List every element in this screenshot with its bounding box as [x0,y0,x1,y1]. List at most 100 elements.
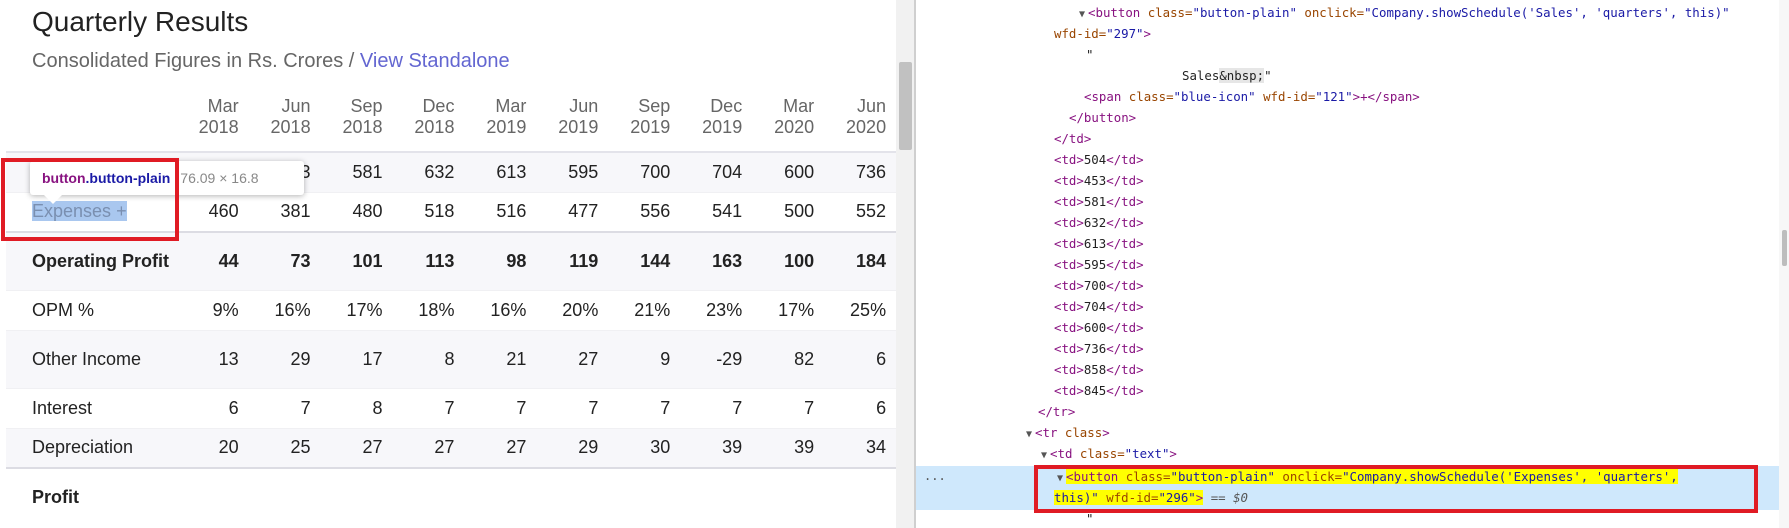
period-year: 2018 [342,117,383,137]
period-year: 2019 [486,117,527,137]
dom-line-td-value[interactable]: <td>581</td> [1054,191,1144,212]
table-cell: 73 [244,231,317,290]
table-cell: 541 [676,191,749,232]
tag-name: <td> [1054,173,1084,188]
tag-name: <tr [1035,425,1058,440]
table-cell: 23% [676,289,749,330]
table-cell: 556 [604,191,677,232]
tag-name: <td> [1054,362,1084,377]
tag-name: </td> [1106,278,1144,293]
attr-value: "text" [1124,446,1170,461]
row-label: OPM % [32,299,95,320]
table-cell: 500 [748,191,821,232]
dom-line-sales-text[interactable]: Sales&nbsp;" [1182,65,1272,86]
dom-line-sales-button-open[interactable]: ▼ <button class="button-plain" onclick="C… [1079,2,1730,23]
attr-name: class= [1128,89,1174,104]
period-month: Jun [569,96,599,116]
tag-close: >+</span> [1352,89,1420,104]
table-cell: 9% [172,289,245,330]
table-cell: 29 [532,427,605,468]
tag-close: > [1102,425,1110,440]
dom-line-td-value[interactable]: <td>704</td> [1054,296,1144,317]
table-header-row: Mar 2018 Jun 2018 Sep 2018 Dec 2018 Mar 2019 Jun 20… [6,96,914,152]
table-cell: 700 [604,151,677,192]
table-cell: 480 [316,191,389,232]
dom-line-tr-open[interactable]: ▼ <tr class> [1026,422,1110,443]
devtools-scrollbar-thumb[interactable] [1782,230,1787,266]
dom-line-td-value[interactable]: <td>453</td> [1054,170,1144,191]
dom-line-td-value[interactable]: <td>632</td> [1054,212,1144,233]
dom-line-tr-close[interactable]: </tr> [1038,401,1075,422]
table-cell: 8 [316,387,389,428]
row-label: Depreciation [32,437,134,458]
table-cell: 381 [244,191,317,232]
collapse-triangle-icon[interactable]: ▼ [1041,450,1047,461]
web-page-pane: Quarterly Results Consolidated Figures i… [0,0,914,528]
td-text: 736 [1083,341,1107,356]
collapse-triangle-icon[interactable]: ▼ [1079,9,1085,20]
table-cell: 17% [316,289,389,330]
tag-name: <td> [1054,215,1084,230]
node-options-ellipsis[interactable]: ... [924,466,946,487]
collapse-triangle-icon[interactable]: ▼ [1026,429,1032,440]
table-cell: 7 [532,387,605,428]
table-cell [316,467,389,526]
dom-line-td-value[interactable]: <td>845</td> [1054,380,1144,401]
table-cell: 613 [460,151,533,192]
dom-line-td-value[interactable]: <td>858</td> [1054,359,1144,380]
table-cell: 7 [460,387,533,428]
tag-name: </td> [1106,215,1144,230]
table-cell: 21% [604,289,677,330]
tag-close: > [1143,26,1151,41]
period-year: 2019 [558,117,599,137]
table-cell: 7 [388,387,461,428]
period-month: Sep [350,96,383,116]
table-row: Profit [6,467,914,526]
attr-value: "297" [1106,26,1144,41]
dom-line-td-value[interactable]: <td>613</td> [1054,233,1144,254]
period-month: Mar [207,96,239,116]
dom-line-td-value[interactable]: <td>600</td> [1054,317,1144,338]
table-cell: 184 [820,231,893,290]
dom-line-button-close[interactable]: </button> [1069,107,1136,128]
table-cell: 25% [820,289,893,330]
table-cell: 27 [388,427,461,468]
table-row: Other Income132917821279-298263 [6,329,914,388]
text-node: Sales [1182,68,1220,83]
table-cell [676,467,749,526]
table-cell: 18% [388,289,461,330]
tag-name: </td> [1106,362,1144,377]
tag-close: > [1169,446,1177,461]
period-month: Mar [495,96,527,116]
view-standalone-link[interactable]: View Standalone [360,50,510,72]
row-label-cell: OPM % [6,289,173,330]
period-header: Jun 2018 [245,96,317,152]
row-label-cell: Depreciation [6,427,173,468]
dom-line-td-value[interactable]: <td>700</td> [1054,275,1144,296]
td-text: 858 [1083,362,1107,377]
subtitle-text: Consolidated Figures in Rs. Crores / [32,50,360,72]
page-scrollbar-thumb[interactable] [899,62,912,150]
tag-name: </td> [1106,194,1144,209]
table-cell: 632 [388,151,461,192]
dom-line-td-value[interactable]: <td>736</td> [1054,338,1144,359]
period-month: Jun [281,96,311,116]
dom-line-td-value[interactable]: <td>595</td> [1054,254,1144,275]
row-label-cell: Other Income [6,329,173,388]
row-label-cell: Interest [6,387,173,428]
dom-line-td-close[interactable]: </td> [1054,128,1091,149]
dom-line-span[interactable]: <span class="blue-icon" wfd-id="121">+</… [1084,86,1420,107]
attr-value: "Company.showSchedule('Sales', 'quarters… [1364,5,1730,20]
selected-node-highlight-box [1034,465,1758,513]
td-text: 595 [1083,257,1107,272]
tag-name: <td> [1054,341,1084,356]
devtools-elements-panel: ... ▼ <button class="button-plain" onclic… [916,0,1789,528]
dom-line-td-text-open[interactable]: ▼ <td class="text"> [1041,443,1177,464]
tag-name: </tr> [1038,404,1076,419]
table-cell: 17% [748,289,821,330]
dom-line-text-quote[interactable]: " [1086,44,1093,65]
tag-name: </button> [1069,110,1137,125]
dom-line-sales-button-open-cont[interactable]: wfd-id="297"> [1054,23,1151,44]
tag-name: </td> [1106,341,1144,356]
dom-line-td-value[interactable]: <td>504</td> [1054,149,1144,170]
